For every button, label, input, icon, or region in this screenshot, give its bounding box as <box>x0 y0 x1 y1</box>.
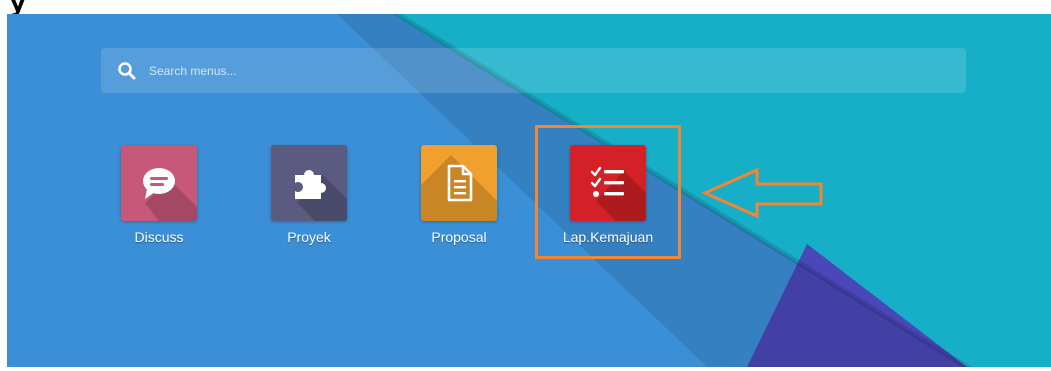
app-tile-proyek[interactable] <box>271 145 347 221</box>
left-arrow-annotation <box>701 168 823 218</box>
app-discuss[interactable]: Discuss <box>104 145 214 245</box>
app-proposal[interactable]: Proposal <box>404 145 514 245</box>
app-label: Proposal <box>431 229 487 245</box>
search-bar[interactable] <box>101 48 966 93</box>
search-input[interactable] <box>147 62 851 79</box>
speech-bubble-icon <box>143 168 175 199</box>
app-proyek[interactable]: Proyek <box>254 145 364 245</box>
app-launcher: Discuss Proyek Proposal <box>7 14 1051 367</box>
search-icon <box>118 61 136 79</box>
puzzle-icon <box>295 170 326 199</box>
highlight-box-annotation <box>535 125 681 259</box>
app-label: Discuss <box>134 229 184 245</box>
document-icon <box>447 164 473 202</box>
app-tile-proposal[interactable] <box>421 145 497 221</box>
app-tile-discuss[interactable] <box>121 145 197 221</box>
top-strip: y <box>0 0 1051 17</box>
app-label: Proyek <box>287 229 331 245</box>
